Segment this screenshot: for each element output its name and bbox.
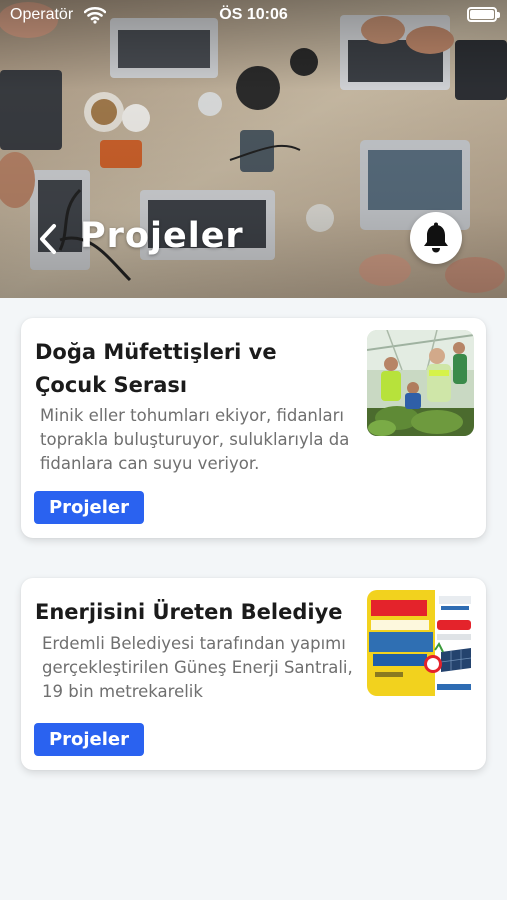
project-title: Enerjisini Üreten Belediye	[35, 600, 343, 624]
battery-level	[470, 10, 494, 19]
project-card[interactable]: Enerjisini Üreten Belediye Erdemli Beled…	[21, 578, 486, 770]
project-card[interactable]: Doğa Müfettişleri ve Çocuk Serası Minik …	[21, 318, 486, 538]
project-thumbnail	[367, 590, 474, 696]
projects-button[interactable]: Projeler	[34, 491, 144, 524]
back-button[interactable]	[30, 218, 66, 260]
chevron-left-icon	[40, 224, 56, 254]
bell-icon	[424, 222, 448, 253]
page-title: Projeler	[80, 216, 244, 256]
status-bar: Operatör ÖS 10:06	[0, 0, 507, 30]
battery-icon	[467, 7, 500, 22]
project-description: Minik eller tohumları ekiyor, fidanları …	[40, 406, 350, 473]
notification-button[interactable]	[410, 212, 462, 264]
project-thumbnail	[367, 330, 474, 436]
projects-button[interactable]: Projeler	[34, 723, 144, 756]
project-description: Erdemli Belediyesi tarafından yapımı ger…	[42, 634, 353, 701]
status-time: ÖS 10:06	[219, 6, 288, 23]
project-title: Doğa Müfettişleri ve Çocuk Serası	[35, 340, 277, 397]
header-hero: Operatör ÖS 10:06 Projeler	[0, 0, 507, 298]
